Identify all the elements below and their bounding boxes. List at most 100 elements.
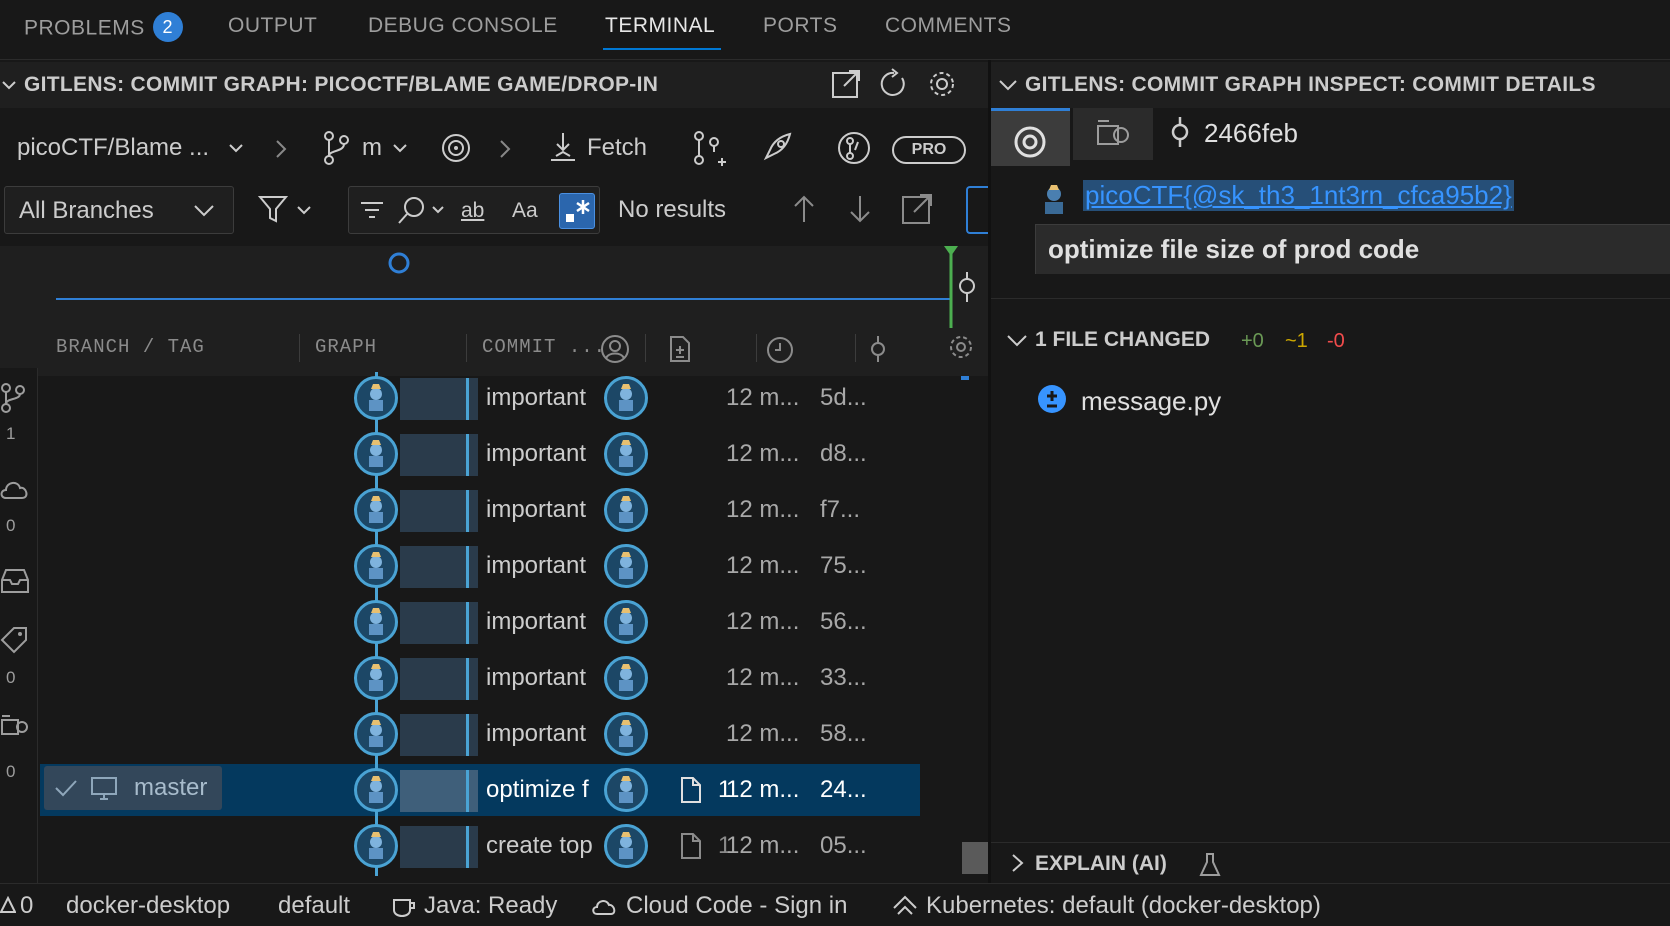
status-kube-namespace[interactable]: default (278, 892, 350, 920)
status-java[interactable]: Java: Ready (424, 892, 557, 920)
branch-filter-dropdown[interactable]: All Branches (4, 186, 234, 234)
commit-row[interactable]: important 12 m... 5d... (40, 372, 920, 428)
status-kube-context[interactable]: docker-desktop (66, 892, 230, 920)
column-divider[interactable] (299, 334, 300, 362)
status-problems-count[interactable]: 0 (20, 892, 33, 920)
scrollbar-thumb[interactable] (962, 842, 988, 874)
status-cloud-code[interactable]: Cloud Code - Sign in (626, 892, 847, 920)
filter-lines-icon[interactable] (359, 197, 385, 223)
tag-icon[interactable] (0, 626, 30, 656)
search-icon[interactable] (397, 195, 427, 225)
commit-node-avatar[interactable] (354, 600, 398, 644)
column-divider[interactable] (466, 334, 467, 362)
arrow-up-icon[interactable] (792, 194, 816, 224)
chevron-right-icon[interactable] (1011, 853, 1025, 873)
commit-node-avatar[interactable] (354, 656, 398, 700)
commit-node-avatar[interactable] (354, 768, 398, 812)
git-history-icon[interactable] (836, 130, 872, 166)
commit-node-avatar[interactable] (354, 488, 398, 532)
chevron-down-icon (432, 206, 444, 214)
file-item[interactable]: message.py (1081, 386, 1221, 417)
graph-minimap[interactable] (0, 246, 988, 328)
author-link[interactable]: picoCTF{@sk_th3_1nt3rn_cfca95b2} (1083, 180, 1514, 211)
commit-row[interactable]: important 12 m... 56... (40, 596, 920, 652)
column-divider[interactable] (756, 334, 757, 362)
worktrees-icon[interactable] (0, 712, 30, 742)
column-settings-gear-icon[interactable] (948, 334, 974, 360)
commit-node-avatar[interactable] (354, 544, 398, 588)
gear-icon[interactable] (926, 68, 958, 100)
chevron-down-icon (194, 205, 214, 217)
commit-node-avatar[interactable] (354, 824, 398, 868)
match-whole-word-toggle[interactable]: ab (461, 199, 484, 223)
commit-sha[interactable]: 2466feb (1204, 118, 1298, 149)
column-branch-tag[interactable]: BRANCH / TAG (56, 336, 205, 358)
match-case-toggle[interactable]: Aa (512, 199, 538, 223)
tab-ports[interactable]: PORTS (763, 14, 837, 38)
column-commit[interactable]: COMMIT ... (482, 336, 606, 358)
chevron-down-icon[interactable] (1007, 334, 1027, 348)
commit-message-box[interactable]: optimize file size of prod code (1035, 224, 1670, 274)
author-column-icon[interactable] (600, 334, 630, 364)
details-tab-worktree[interactable] (1073, 108, 1153, 160)
pro-badge[interactable]: PRO (892, 136, 966, 164)
commit-row[interactable]: create top 1 12 m... 05... (40, 820, 920, 876)
tab-debug-console[interactable]: DEBUG CONSOLE (368, 14, 558, 38)
rocket-icon[interactable] (760, 130, 794, 166)
inbox-icon[interactable] (0, 568, 30, 594)
search-box[interactable]: ab Aa (348, 186, 600, 234)
author-avatar[interactable] (604, 600, 648, 644)
author-avatar[interactable] (604, 824, 648, 868)
author-avatar[interactable] (604, 432, 648, 476)
arrow-down-icon[interactable] (848, 194, 872, 224)
repo-selector[interactable]: picoCTF/Blame ... (17, 134, 209, 162)
sha-column-icon[interactable] (868, 334, 888, 364)
column-divider[interactable] (855, 334, 856, 362)
changes-column-icon[interactable] (668, 334, 692, 364)
commit-node-avatar[interactable] (354, 376, 398, 420)
branch-label-master[interactable]: master (44, 766, 222, 810)
create-pr-icon[interactable] (692, 130, 726, 170)
commit-message: important (486, 552, 587, 579)
filter-icon[interactable] (258, 194, 288, 224)
branches-icon[interactable] (0, 382, 28, 414)
commit-row[interactable]: master optimize f 1 12 m... 24... (40, 764, 920, 820)
commit-row[interactable]: important 12 m... d8... (40, 428, 920, 484)
tab-output[interactable]: OUTPUT (228, 14, 317, 38)
tab-problems[interactable]: PROBLEMS 2 (24, 12, 183, 44)
open-in-editor-icon[interactable] (830, 68, 862, 100)
author-avatar[interactable] (604, 656, 648, 700)
fetch-button[interactable]: Fetch (587, 134, 647, 162)
commit-row[interactable]: important 12 m... 75... (40, 540, 920, 596)
author-avatar[interactable] (604, 544, 648, 588)
commit-node-avatar[interactable] (354, 432, 398, 476)
commit-row[interactable]: important 12 m... 33... (40, 652, 920, 708)
target-icon[interactable] (440, 132, 472, 164)
graph-column-edge (466, 434, 469, 476)
details-panel-header[interactable]: GITLENS: COMMIT GRAPH INSPECT: COMMIT DE… (991, 62, 1670, 108)
author-avatar[interactable] (604, 376, 648, 420)
commit-row[interactable]: important 12 m... 58... (40, 708, 920, 764)
regex-toggle[interactable] (559, 193, 595, 229)
date-column-icon[interactable] (766, 336, 794, 364)
tab-comments[interactable]: COMMENTS (885, 14, 1012, 38)
commit-sha: 5d... (820, 384, 867, 411)
files-changed-header[interactable]: 1 FILE CHANGED (1035, 328, 1210, 352)
branch-selector[interactable]: m (362, 134, 382, 162)
column-divider[interactable] (645, 334, 646, 362)
explain-ai-header[interactable]: EXPLAIN (AI) (1035, 852, 1167, 876)
commit-node-avatar[interactable] (354, 712, 398, 756)
author-avatar[interactable] (604, 488, 648, 532)
details-tab-commit[interactable] (991, 108, 1070, 166)
graph-panel-header[interactable]: GITLENS: COMMIT GRAPH: PICOCTF/BLAME GAM… (0, 62, 988, 108)
column-graph[interactable]: GRAPH (315, 336, 377, 358)
commit-row[interactable]: important 12 m... f7... (40, 484, 920, 540)
status-kubernetes[interactable]: Kubernetes: default (docker-desktop) (926, 892, 1321, 920)
tab-terminal[interactable]: TERMINAL (605, 14, 715, 38)
author-avatar[interactable] (604, 712, 648, 756)
author-avatar[interactable] (604, 768, 648, 812)
minimap-toggle[interactable] (966, 186, 988, 234)
cloud-icon[interactable] (0, 478, 30, 502)
open-search-results-icon[interactable] (900, 192, 934, 226)
refresh-icon[interactable] (878, 68, 910, 100)
